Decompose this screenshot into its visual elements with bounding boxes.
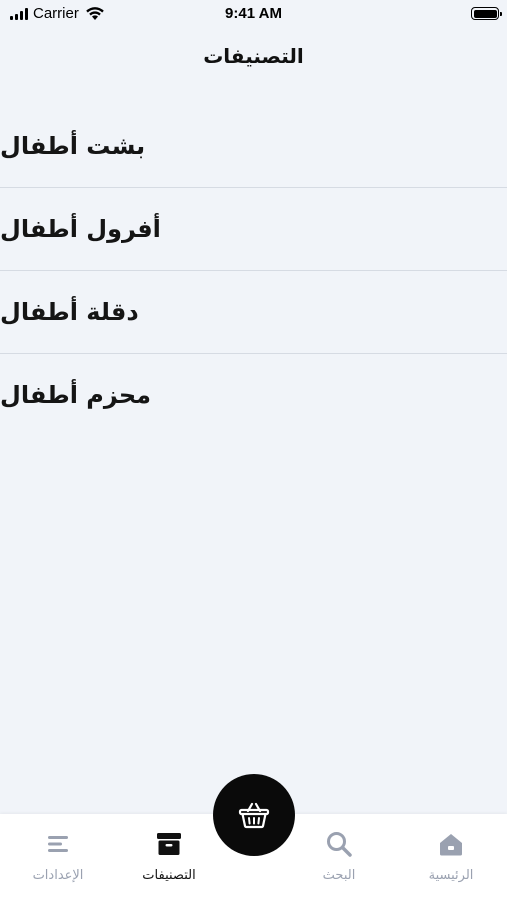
category-label: محزم أطفال — [0, 381, 151, 409]
tab-settings-label: الإعدادات — [32, 868, 84, 883]
category-item[interactable]: دقلة أطفال — [0, 270, 507, 353]
tab-categories-label: التصنيفات — [142, 868, 196, 883]
tab-categories[interactable]: التصنيفات — [119, 830, 219, 883]
category-item[interactable]: أفرول أطفال — [0, 187, 507, 270]
category-label: بشت أطفال — [0, 131, 146, 160]
tab-home[interactable]: الرئيسية — [401, 830, 501, 883]
category-list: بشت أطفال أفرول أطفال دقلة أطفال محزم أط… — [0, 104, 507, 436]
tab-search[interactable]: البحث — [289, 830, 389, 883]
search-icon — [327, 832, 352, 857]
status-time: 9:41 AM — [225, 5, 282, 22]
basket-icon — [238, 802, 270, 829]
page-title: التصنيفات — [203, 44, 304, 68]
archive-box-icon — [157, 833, 181, 855]
tab-home-label: الرئيسية — [428, 868, 474, 883]
battery-icon — [471, 7, 502, 20]
home-icon — [440, 834, 462, 856]
tab-search-label: البحث — [322, 868, 356, 883]
category-item[interactable]: محزم أطفال — [0, 353, 507, 436]
category-label: أفرول أطفال — [0, 215, 161, 243]
cart-button[interactable] — [213, 774, 295, 856]
status-bar: Carrier 9:41 AM — [0, 0, 507, 28]
category-item[interactable]: بشت أطفال — [0, 104, 507, 187]
category-label: دقلة أطفال — [0, 298, 139, 326]
categories-screen: Carrier 9:41 AM التصنيفات بشت أطفال أفرو… — [0, 0, 507, 900]
menu-icon — [48, 836, 68, 852]
tab-settings[interactable]: الإعدادات — [8, 830, 108, 883]
